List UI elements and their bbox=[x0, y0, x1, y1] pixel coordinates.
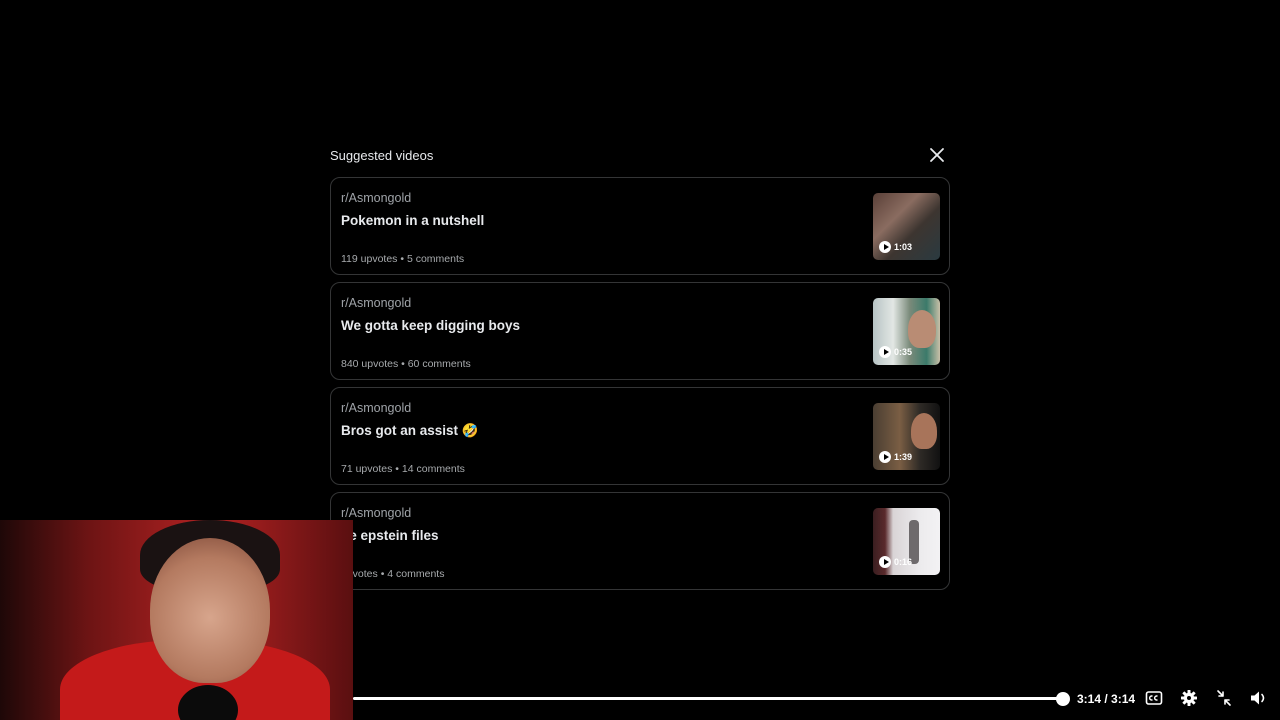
webcam-overlay bbox=[0, 520, 353, 720]
video-title[interactable]: We gotta keep digging boys bbox=[341, 318, 520, 333]
video-title[interactable]: Bros got an assist 🤣 bbox=[341, 423, 479, 439]
video-subreddit[interactable]: r/Asmongold bbox=[341, 191, 411, 205]
volume-button[interactable] bbox=[1249, 689, 1269, 707]
suggested-video-card[interactable]: r/Asmongold Bros got an assist 🤣 71 upvo… bbox=[330, 387, 950, 485]
close-icon bbox=[930, 148, 944, 162]
progress-bar[interactable] bbox=[353, 697, 1063, 700]
video-subreddit[interactable]: r/Asmongold bbox=[341, 401, 411, 415]
thumbnail-figure bbox=[911, 413, 937, 449]
play-icon bbox=[879, 346, 891, 358]
exit-fullscreen-button[interactable] bbox=[1214, 689, 1234, 707]
close-button[interactable] bbox=[926, 145, 948, 165]
video-duration: 1:39 bbox=[894, 452, 913, 462]
duration-badge: 1:39 bbox=[879, 451, 912, 463]
play-icon bbox=[879, 241, 891, 253]
volume-icon bbox=[1251, 691, 1265, 705]
video-subreddit[interactable]: r/Asmongold bbox=[341, 296, 411, 310]
time-display: 3:14 / 3:14 bbox=[1077, 692, 1136, 706]
video-meta: 840 upvotes • 60 comments bbox=[341, 358, 471, 370]
play-icon bbox=[879, 556, 891, 568]
video-meta: 71 upvotes • 14 comments bbox=[341, 463, 465, 475]
video-thumbnail[interactable]: 1:03 bbox=[873, 193, 940, 260]
play-icon bbox=[879, 451, 891, 463]
duration-badge: 0:16 bbox=[879, 556, 912, 568]
video-thumbnail[interactable]: 0:16 bbox=[873, 508, 940, 575]
video-duration: 0:35 bbox=[894, 347, 913, 357]
video-meta: upvotes • 4 comments bbox=[341, 568, 445, 580]
webcam-face bbox=[150, 538, 270, 683]
video-duration: 0:16 bbox=[894, 557, 913, 567]
settings-button[interactable] bbox=[1179, 689, 1199, 707]
thumbnail-figure bbox=[908, 310, 936, 348]
video-title[interactable]: he epstein files bbox=[341, 528, 439, 543]
video-duration: 1:03 bbox=[894, 242, 913, 252]
captions-icon bbox=[1145, 691, 1163, 705]
video-subreddit[interactable]: r/Asmongold bbox=[341, 506, 411, 520]
gear-icon bbox=[1181, 690, 1197, 706]
progress-knob[interactable] bbox=[1056, 692, 1070, 706]
suggested-video-card[interactable]: r/Asmongold Pokemon in a nutshell 119 up… bbox=[330, 177, 950, 275]
video-title[interactable]: Pokemon in a nutshell bbox=[341, 213, 484, 228]
video-meta: 119 upvotes • 5 comments bbox=[341, 253, 465, 265]
video-thumbnail[interactable]: 1:39 bbox=[873, 403, 940, 470]
exit-fullscreen-icon bbox=[1217, 690, 1231, 706]
captions-button[interactable] bbox=[1144, 689, 1164, 707]
suggested-videos-panel: Suggested videos r/Asmongold Pokemon in … bbox=[330, 140, 950, 590]
duration-badge: 1:03 bbox=[879, 241, 912, 253]
duration-badge: 0:35 bbox=[879, 346, 912, 358]
panel-header: Suggested videos bbox=[330, 140, 950, 170]
suggested-video-card[interactable]: r/Asmongold We gotta keep digging boys 8… bbox=[330, 282, 950, 380]
video-thumbnail[interactable]: 0:35 bbox=[873, 298, 940, 365]
suggested-video-card[interactable]: r/Asmongold he epstein files upvotes • 4… bbox=[330, 492, 950, 590]
panel-title: Suggested videos bbox=[330, 148, 434, 163]
